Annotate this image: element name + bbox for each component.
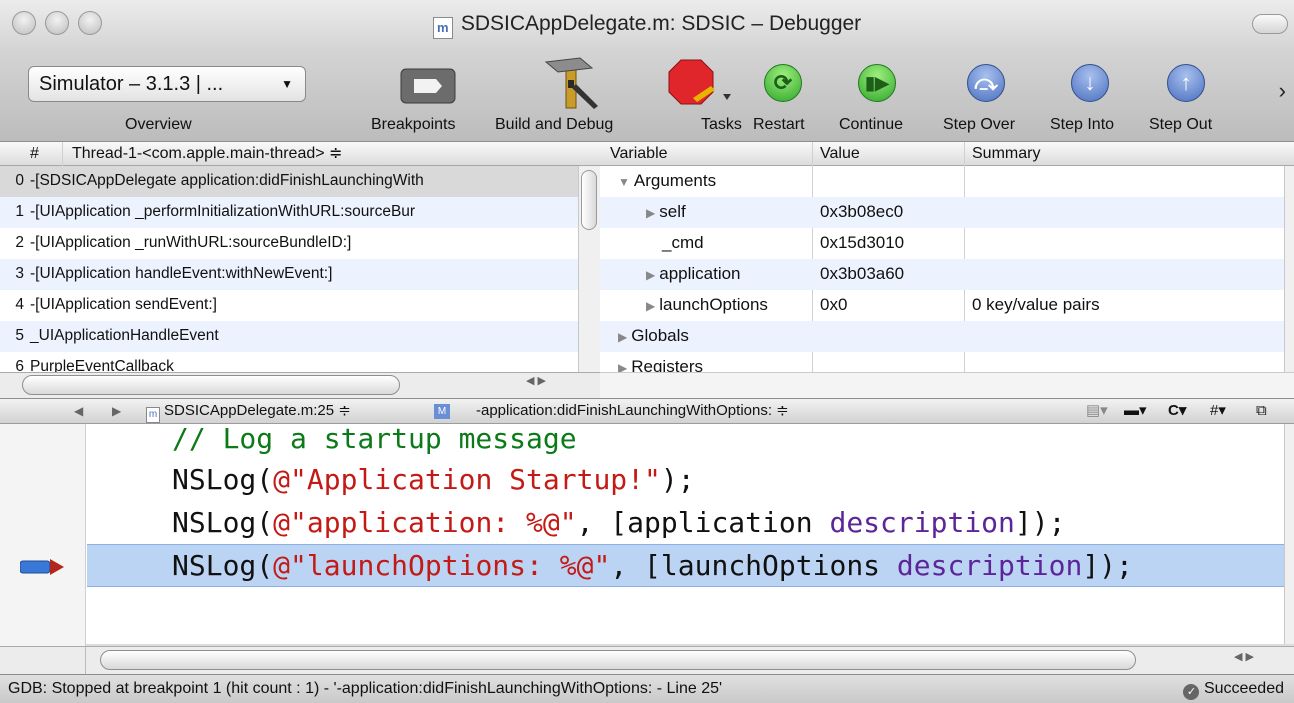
document-icon: m	[432, 17, 453, 39]
breakpoints-menu-icon[interactable]: ▬▾	[1124, 399, 1147, 423]
restart-button[interactable]: ⟳	[764, 64, 802, 102]
title-bar: m SDSICAppDelegate.m: SDSIC – Debugger	[0, 0, 1294, 50]
overview-value: Simulator – 3.1.3 | ...	[39, 73, 224, 95]
history-back-icon[interactable]: ◀	[74, 399, 83, 423]
stack-frame-row[interactable]: 1 -[UIApplication _performInitializationW…	[0, 197, 578, 228]
step-out-button[interactable]: ↑	[1167, 64, 1205, 102]
variable-row-registers[interactable]: ▶ Registers	[600, 352, 1284, 372]
hammer-icon	[544, 57, 598, 109]
tasks-button[interactable]	[667, 58, 733, 111]
build-succeeded-icon: ✓	[1183, 684, 1200, 700]
stop-tasks-icon	[668, 59, 731, 105]
disclosure-open-icon[interactable]: ▼	[618, 175, 630, 189]
stack-frame-row[interactable]: 6 PurpleEventCallback	[0, 352, 578, 372]
history-forward-icon[interactable]: ▶	[112, 399, 121, 423]
include-menu-button[interactable]: #▾	[1210, 399, 1226, 423]
current-code-line[interactable]: NSLog(@"launchOptions: %@", [launchOptio…	[172, 545, 1133, 586]
window-title: m SDSICAppDelegate.m: SDSIC – Debugger	[0, 12, 1294, 39]
disclosure-closed-icon[interactable]: ▶	[646, 206, 655, 220]
restart-label: Restart	[753, 116, 805, 133]
scroll-arrows-icon[interactable]: ◀ ▶	[1234, 650, 1254, 663]
col-summary[interactable]: Summary	[972, 142, 1040, 165]
toolbar-toggle-button[interactable]	[1252, 14, 1288, 34]
step-over-button[interactable]: ⤼	[967, 64, 1005, 102]
continue-icon: ▮▶	[858, 64, 896, 102]
step-into-button[interactable]: ↓	[1071, 64, 1109, 102]
code-line[interactable]: NSLog(@"application: %@", [application d…	[172, 502, 1065, 543]
overview-popup[interactable]: Simulator – 3.1.3 | ... ▼	[28, 66, 306, 102]
continue-button[interactable]: ▮▶	[858, 64, 896, 102]
method-popup[interactable]: -application:didFinishLaunchingWithOptio…	[476, 399, 789, 423]
variable-row-self[interactable]: ▶ self 0x3b08ec0	[600, 197, 1284, 228]
source-editor[interactable]: // Log a startup message NSLog(@"Applica…	[0, 424, 1294, 646]
variable-row-arguments[interactable]: ▼ Arguments	[600, 166, 1284, 197]
status-bar: GDB: Stopped at breakpoint 1 (hit count …	[0, 674, 1294, 703]
step-over-label: Step Over	[943, 116, 1016, 133]
stack-vertical-scrollbar[interactable]	[578, 166, 600, 372]
restart-icon: ⟳	[764, 64, 802, 102]
step-into-icon: ↓	[1071, 64, 1109, 102]
disclosure-closed-icon[interactable]: ▶	[618, 361, 627, 372]
stack-frame-row[interactable]: 0 -[SDSICAppDelegate application:didFinis…	[0, 166, 578, 197]
stack-frame-row[interactable]: 4 -[UIApplication sendEvent:]	[0, 290, 578, 321]
editor-navigation-bar: ◀ ▶ m SDSICAppDelegate.m:25 ≑ M -applicat…	[0, 398, 1294, 424]
col-variable[interactable]: Variable	[610, 142, 668, 165]
editor-horizontal-scroll-thumb[interactable]	[100, 650, 1136, 670]
class-menu-button[interactable]: C▾	[1168, 399, 1186, 423]
step-out-label: Step Out	[1149, 116, 1213, 133]
build-and-debug-button[interactable]	[540, 54, 602, 115]
breakpoint-icon	[400, 68, 456, 104]
disclosure-closed-icon[interactable]: ▶	[618, 330, 627, 344]
toolbar-overflow-button[interactable]: ›	[1279, 78, 1286, 104]
variable-row-launchoptions[interactable]: ▶ launchOptions 0x0 0 key/value pairs	[600, 290, 1284, 321]
disclosure-closed-icon[interactable]: ▶	[646, 299, 655, 313]
stack-frame-row[interactable]: 3 -[UIApplication handleEvent:withNewEven…	[0, 259, 578, 290]
variables-vertical-scrollbar[interactable]	[1284, 166, 1294, 398]
variable-row-application[interactable]: ▶ application 0x3b03a60	[600, 259, 1284, 290]
variables-bottom-area	[600, 372, 1294, 398]
editor-vertical-scrollbar[interactable]	[1284, 424, 1294, 646]
step-out-icon: ↑	[1167, 64, 1205, 102]
variables-header: Variable Value Summary	[600, 142, 1294, 166]
step-over-icon: ⤼	[967, 64, 1005, 102]
stack-col-number: #	[30, 145, 39, 162]
file-popup[interactable]: m SDSICAppDelegate.m:25 ≑	[146, 399, 351, 423]
status-message: GDB: Stopped at breakpoint 1 (hit count …	[8, 680, 723, 697]
stack-frame-row[interactable]: 5 _UIApplicationHandleEvent	[0, 321, 578, 352]
stack-horizontal-scroll-area: ◀ ▶	[0, 372, 600, 398]
split-editor-icon[interactable]: ⧉	[1256, 399, 1267, 423]
thread-popup[interactable]: Thread-1-<com.apple.main-thread> ≑	[72, 142, 342, 165]
step-into-label: Step Into	[1050, 116, 1115, 133]
variable-row-globals[interactable]: ▶ Globals	[600, 321, 1284, 352]
build-and-debug-label: Build and Debug	[495, 116, 614, 133]
editor-horizontal-scroll-area: ◀ ▶	[86, 646, 1294, 674]
overview-label: Overview	[125, 116, 192, 133]
method-icon: M	[434, 404, 450, 419]
breakpoints-button[interactable]	[400, 68, 456, 109]
tasks-label: Tasks	[701, 116, 742, 133]
continue-label: Continue	[839, 116, 904, 133]
breakpoints-label: Breakpoints	[371, 116, 456, 133]
col-value[interactable]: Value	[820, 142, 860, 165]
stack-trace-pane: # Thread-1-<com.apple.main-thread> ≑ 0 -[…	[0, 142, 600, 398]
stack-horizontal-scroll-thumb[interactable]	[22, 375, 400, 395]
popup-arrow-icon: ▼	[281, 77, 293, 91]
build-result[interactable]: ✓ Succeeded	[1183, 675, 1284, 703]
source-file-icon: m	[146, 407, 160, 423]
editor-gutter[interactable]	[0, 424, 86, 646]
stack-scroll-thumb[interactable]	[581, 170, 597, 230]
code-line[interactable]: NSLog(@"Application Startup!");	[172, 459, 695, 500]
variables-pane: Variable Value Summary ▼ Arguments ▶ self …	[600, 142, 1294, 398]
stack-header: # Thread-1-<com.apple.main-thread> ≑	[0, 142, 600, 166]
window-title-text: SDSICAppDelegate.m: SDSIC – Debugger	[460, 12, 862, 35]
scroll-arrows-icon[interactable]: ◀ ▶	[526, 374, 546, 387]
bookmarks-icon[interactable]: ▤▾	[1086, 399, 1108, 423]
toolbar: Simulator – 3.1.3 | ... ▼ Overview Break…	[0, 50, 1294, 142]
code-line[interactable]: // Log a startup message	[172, 424, 577, 459]
stack-frame-row[interactable]: 2 -[UIApplication _runWithURL:sourceBundl…	[0, 228, 578, 259]
variable-row-cmd[interactable]: _cmd 0x15d3010	[600, 228, 1284, 259]
disclosure-closed-icon[interactable]: ▶	[646, 268, 655, 282]
program-counter-arrow-icon[interactable]	[20, 558, 64, 576]
